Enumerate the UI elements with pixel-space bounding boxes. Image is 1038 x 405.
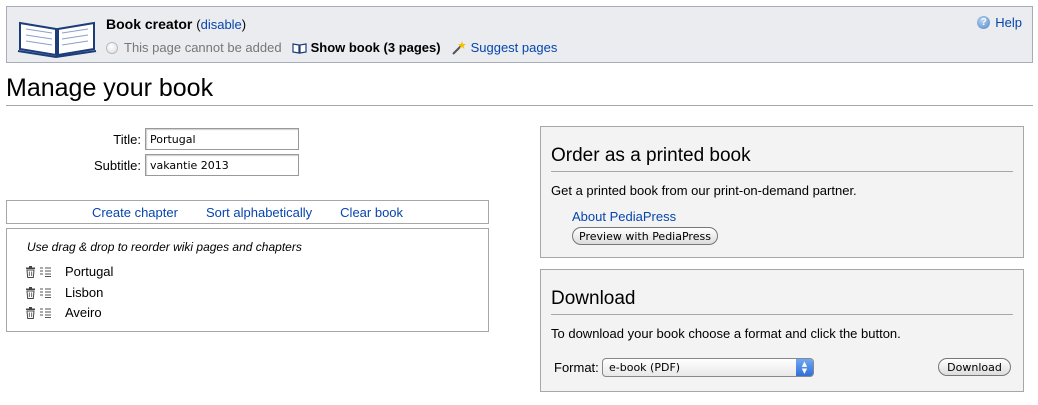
book-creator-bar: Book creator (disable) This page cannot … — [6, 6, 1033, 63]
open-book-icon — [17, 21, 97, 59]
list-item-label: Lisbon — [65, 285, 104, 300]
help-link[interactable]: Help — [995, 15, 1022, 30]
select-arrows-icon: ▲ ▼ — [796, 359, 813, 376]
list-item[interactable]: Aveiro — [25, 305, 102, 320]
print-panel-heading: Order as a printed book — [551, 145, 1013, 172]
cannot-add-text: This page cannot be added — [124, 40, 282, 55]
creator-title-text: Book creator — [106, 16, 193, 32]
list-item[interactable]: Portugal — [25, 264, 113, 279]
book-icon — [291, 42, 307, 54]
subtitle-input[interactable] — [145, 154, 299, 176]
format-select-value: e-book (PDF) — [609, 361, 681, 374]
subtitle-row: Subtitle: — [6, 154, 299, 176]
drag-handle-icon[interactable] — [40, 308, 51, 318]
chapter-toolbar: Create chapter Sort alphabetically Clear… — [6, 200, 489, 224]
help-icon: ? — [977, 16, 991, 29]
trash-icon[interactable] — [25, 286, 36, 299]
trash-icon[interactable] — [25, 265, 36, 278]
creator-title: Book creator (disable) — [106, 16, 247, 32]
page-title: Manage your book — [6, 74, 1033, 106]
title-label: Title: — [113, 131, 141, 147]
creator-actions: This page cannot be added Show book (3 p… — [106, 40, 557, 55]
list-item-label: Portugal — [65, 264, 114, 279]
download-panel-heading: Download — [551, 288, 1013, 315]
download-button[interactable]: Download — [938, 358, 1011, 376]
drag-handle-icon[interactable] — [40, 288, 51, 298]
clear-book-link[interactable]: Clear book — [340, 205, 403, 220]
magic-wand-icon — [451, 40, 466, 55]
help[interactable]: ? Help — [977, 15, 1022, 30]
title-input[interactable] — [145, 128, 299, 150]
preview-pediapress-button[interactable]: Preview with PediaPress — [572, 227, 718, 245]
trash-icon[interactable] — [25, 306, 36, 319]
title-row: Title: — [6, 128, 299, 150]
drag-drop-hint: Use drag & drop to reorder wiki pages an… — [27, 240, 302, 254]
format-label: Format: — [554, 360, 599, 375]
download-panel-description: To download your book choose a format an… — [551, 326, 901, 341]
create-chapter-link[interactable]: Create chapter — [92, 205, 178, 220]
list-item-label: Aveiro — [65, 305, 102, 320]
print-panel-description: Get a printed book from our print-on-dem… — [551, 183, 857, 198]
list-item[interactable]: Lisbon — [25, 285, 103, 300]
disable-link[interactable]: disable — [201, 17, 242, 32]
download-panel: Download To download your book choose a … — [540, 269, 1024, 392]
drag-handle-icon[interactable] — [40, 267, 51, 277]
subtitle-label: Subtitle: — [94, 157, 141, 173]
about-pediapress-link[interactable]: About PediaPress — [572, 209, 676, 224]
disabled-circle-icon — [106, 41, 118, 54]
show-book-link[interactable]: Show book (3 pages) — [311, 40, 441, 55]
suggest-pages-link[interactable]: Suggest pages — [471, 40, 558, 55]
format-select[interactable]: e-book (PDF) ▲ ▼ — [602, 358, 814, 377]
print-panel: Order as a printed book Get a printed bo… — [540, 126, 1024, 258]
page-list: Use drag & drop to reorder wiki pages an… — [6, 228, 489, 332]
sort-alphabetically-link[interactable]: Sort alphabetically — [206, 205, 312, 220]
